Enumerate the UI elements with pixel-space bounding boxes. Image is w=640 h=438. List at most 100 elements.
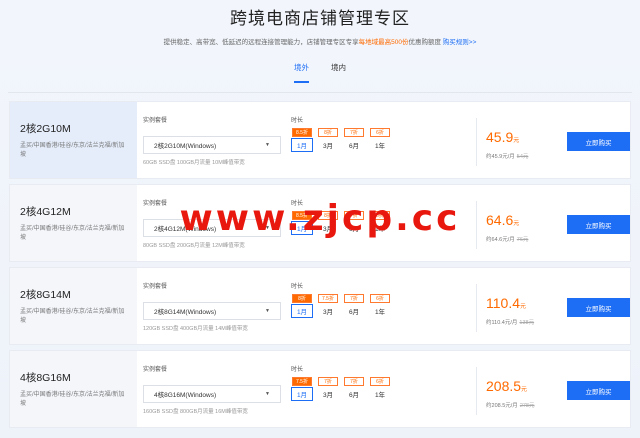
plan-card: 2核8G14M 孟买/中国香港/硅谷/东京/法兰克福/新加坡 实例套餐 2核8G… — [9, 267, 631, 345]
discount-badge: 7.5折 — [318, 294, 338, 303]
plan-name: 2核2G10M — [20, 123, 71, 135]
plan-name: 4核8G16M — [20, 372, 71, 384]
duration-options: 7.5折 1月 7折 3月 7折 6月 6折 1年 — [291, 377, 391, 401]
plan-regions: 孟买/中国香港/硅谷/东京/法兰克福/新加坡 — [20, 392, 125, 407]
config-section: 实例套餐 2核2G10M(Windows) ▼ 60GB SSD盘 100GB月… — [143, 115, 281, 166]
discount-badge: 7折 — [344, 128, 364, 137]
discount-badge: 7.5折 — [292, 377, 312, 386]
plan-info: 2核8G14M 孟买/中国香港/硅谷/东京/法兰克福/新加坡 — [10, 268, 137, 344]
plan-spec: 60GB SSD盘 100GB月流量 10M峰值带宽 — [143, 160, 245, 166]
price-unit: 元 — [521, 387, 528, 393]
duration-option-3m[interactable]: 3月 — [317, 387, 339, 401]
per-month-suffix: 元/月 — [504, 320, 518, 326]
package-select[interactable]: 4核8G16M(Windows) ▼ — [143, 385, 281, 403]
price: 110.4元 — [486, 295, 534, 315]
plan-card: 4核8G16M 孟买/中国香港/硅谷/东京/法兰克福/新加坡 实例套餐 4核8G… — [9, 350, 631, 428]
duration-label: 时长 — [291, 118, 304, 124]
duration-option-1y[interactable]: 1年 — [369, 138, 391, 152]
original-price: 54元 — [516, 154, 529, 160]
plan-spec: 160GB SSD盘 800GB月流量 16M峰值带宽 — [143, 409, 248, 415]
region-tabs: 境外 境内 — [0, 62, 640, 83]
tab-overseas[interactable]: 境外 — [294, 62, 309, 83]
plan-card: 2核2G10M 孟买/中国香港/硅谷/东京/法兰克福/新加坡 实例套餐 2核2G… — [9, 101, 631, 179]
per-month-price: 约45.9元/月 54元 — [486, 152, 528, 160]
plan-spec: 120GB SSD盘 400GB月流量 14M峰值带宽 — [143, 326, 248, 332]
per-month-price: 约110.4元/月 138元 — [486, 318, 534, 326]
original-price: 138元 — [519, 320, 535, 326]
price: 45.9元 — [486, 129, 528, 149]
plan-list: 2核2G10M 孟买/中国香港/硅谷/东京/法兰克福/新加坡 实例套餐 2核2G… — [9, 101, 631, 433]
discount-badge: 7折 — [344, 294, 364, 303]
duration-option-1y[interactable]: 1年 — [369, 387, 391, 401]
price-unit: 元 — [520, 304, 527, 310]
original-price: 278元 — [519, 403, 535, 409]
discount-badge: 7折 — [344, 377, 364, 386]
chevron-down-icon: ▼ — [265, 391, 270, 397]
config-label: 实例套餐 — [143, 367, 168, 373]
discount-badge: 7折 — [318, 377, 338, 386]
plan-info: 2核2G10M 孟买/中国香港/硅谷/东京/法兰克福/新加坡 — [10, 102, 137, 178]
price-box: 208.5元 约208.5元/月 278元 — [486, 378, 535, 409]
duration-option-1m[interactable]: 1月 — [291, 387, 313, 401]
discount-badge: 6折 — [370, 294, 390, 303]
config-section: 实例套餐 2核8G14M(Windows) ▼ 120GB SSD盘 400GB… — [143, 281, 281, 332]
subtitle-text: 提供稳定、高带宽、低延迟的远程连接管理能力，店铺管理专区专享 — [163, 39, 359, 46]
subtitle-highlight: 每地域最高500份 — [358, 39, 409, 46]
duration-section: 时长 8折 1月 7.5折 3月 7折 6月 6折 1年 — [291, 281, 391, 318]
plan-regions: 孟买/中国香港/硅谷/东京/法兰克福/新加坡 — [20, 143, 125, 158]
package-select[interactable]: 2核8G14M(Windows) ▼ — [143, 302, 281, 320]
per-month-value: 110.4 — [491, 320, 505, 326]
duration-option-3m[interactable]: 3月 — [317, 138, 339, 152]
price-divider — [476, 367, 477, 415]
page-title: 跨境电商店铺管理专区 — [230, 9, 410, 28]
config-label: 实例套餐 — [143, 284, 168, 290]
purchase-rules-link[interactable]: 购买规则>> — [443, 39, 477, 46]
header: 跨境电商店铺管理专区 提供稳定、高带宽、低延迟的远程连接管理能力，店铺管理专区专… — [0, 0, 640, 83]
chevron-down-icon: ▼ — [265, 142, 270, 148]
plan-info: 4核8G16M 孟买/中国香港/硅谷/东京/法兰克福/新加坡 — [10, 351, 137, 427]
buy-now-button[interactable]: 立即购买 — [567, 132, 630, 151]
buy-now-button[interactable]: 立即购买 — [567, 298, 630, 317]
per-month-suffix: 元/月 — [505, 403, 518, 409]
duration-option-6m[interactable]: 6月 — [343, 304, 365, 318]
per-month-price: 约208.5元/月 278元 — [486, 401, 535, 409]
plan-spec: 80GB SSD盘 200GB月流量 12M峰值带宽 — [143, 243, 245, 249]
package-select-value: 2核8G14M(Windows) — [154, 309, 217, 316]
discount-badge: 8.5折 — [292, 128, 312, 137]
duration-option-1m[interactable]: 1月 — [291, 304, 313, 318]
price-box: 45.9元 约45.9元/月 54元 — [486, 129, 528, 160]
price-value: 110.4 — [486, 295, 520, 311]
buy-now-button[interactable]: 立即购买 — [567, 381, 630, 400]
plan-regions: 孟买/中国香港/硅谷/东京/法兰克福/新加坡 — [20, 309, 125, 324]
per-month-value: 45.9 — [491, 154, 503, 160]
subtitle-text-end: 优惠购额度 — [408, 39, 441, 46]
duration-option-6m[interactable]: 6月 — [343, 387, 365, 401]
price-divider — [476, 118, 477, 166]
tab-domestic[interactable]: 境内 — [331, 62, 346, 83]
duration-option-1m[interactable]: 1月 — [291, 138, 313, 152]
discount-badge: 6折 — [370, 377, 390, 386]
config-label: 实例套餐 — [143, 118, 168, 124]
chevron-down-icon: ▼ — [265, 308, 270, 314]
duration-label: 时长 — [291, 284, 304, 290]
duration-section: 时长 7.5折 1月 7折 3月 7折 6月 6折 1年 — [291, 364, 391, 401]
config-section: 实例套餐 4核8G16M(Windows) ▼ 160GB SSD盘 800GB… — [143, 364, 281, 415]
duration-option-6m[interactable]: 6月 — [343, 138, 365, 152]
package-select-value: 4核8G16M(Windows) — [154, 392, 217, 399]
plan-name: 2核8G14M — [20, 289, 71, 301]
per-month-value: 208.5 — [491, 403, 506, 409]
price-value: 45.9 — [486, 129, 514, 145]
price-divider — [476, 284, 477, 332]
duration-options: 8折 1月 7.5折 3月 7折 6月 6折 1年 — [291, 294, 391, 318]
duration-option-3m[interactable]: 3月 — [317, 304, 339, 318]
price-box: 110.4元 约110.4元/月 138元 — [486, 295, 534, 326]
per-month-suffix: 元/月 — [502, 154, 515, 160]
price: 208.5元 — [486, 378, 535, 398]
subtitle: 提供稳定、高带宽、低延迟的远程连接管理能力，店铺管理专区专享每地域最高500份优… — [0, 38, 640, 48]
duration-section: 时长 8.5折 1月 8折 3月 7折 6月 6折 1年 — [291, 115, 391, 152]
duration-option-1y[interactable]: 1年 — [369, 304, 391, 318]
duration-options: 8.5折 1月 8折 3月 7折 6月 6折 1年 — [291, 128, 391, 152]
package-select[interactable]: 2核2G10M(Windows) ▼ — [143, 136, 281, 154]
discount-badge: 6折 — [370, 128, 390, 137]
package-select-value: 2核2G10M(Windows) — [154, 143, 217, 150]
